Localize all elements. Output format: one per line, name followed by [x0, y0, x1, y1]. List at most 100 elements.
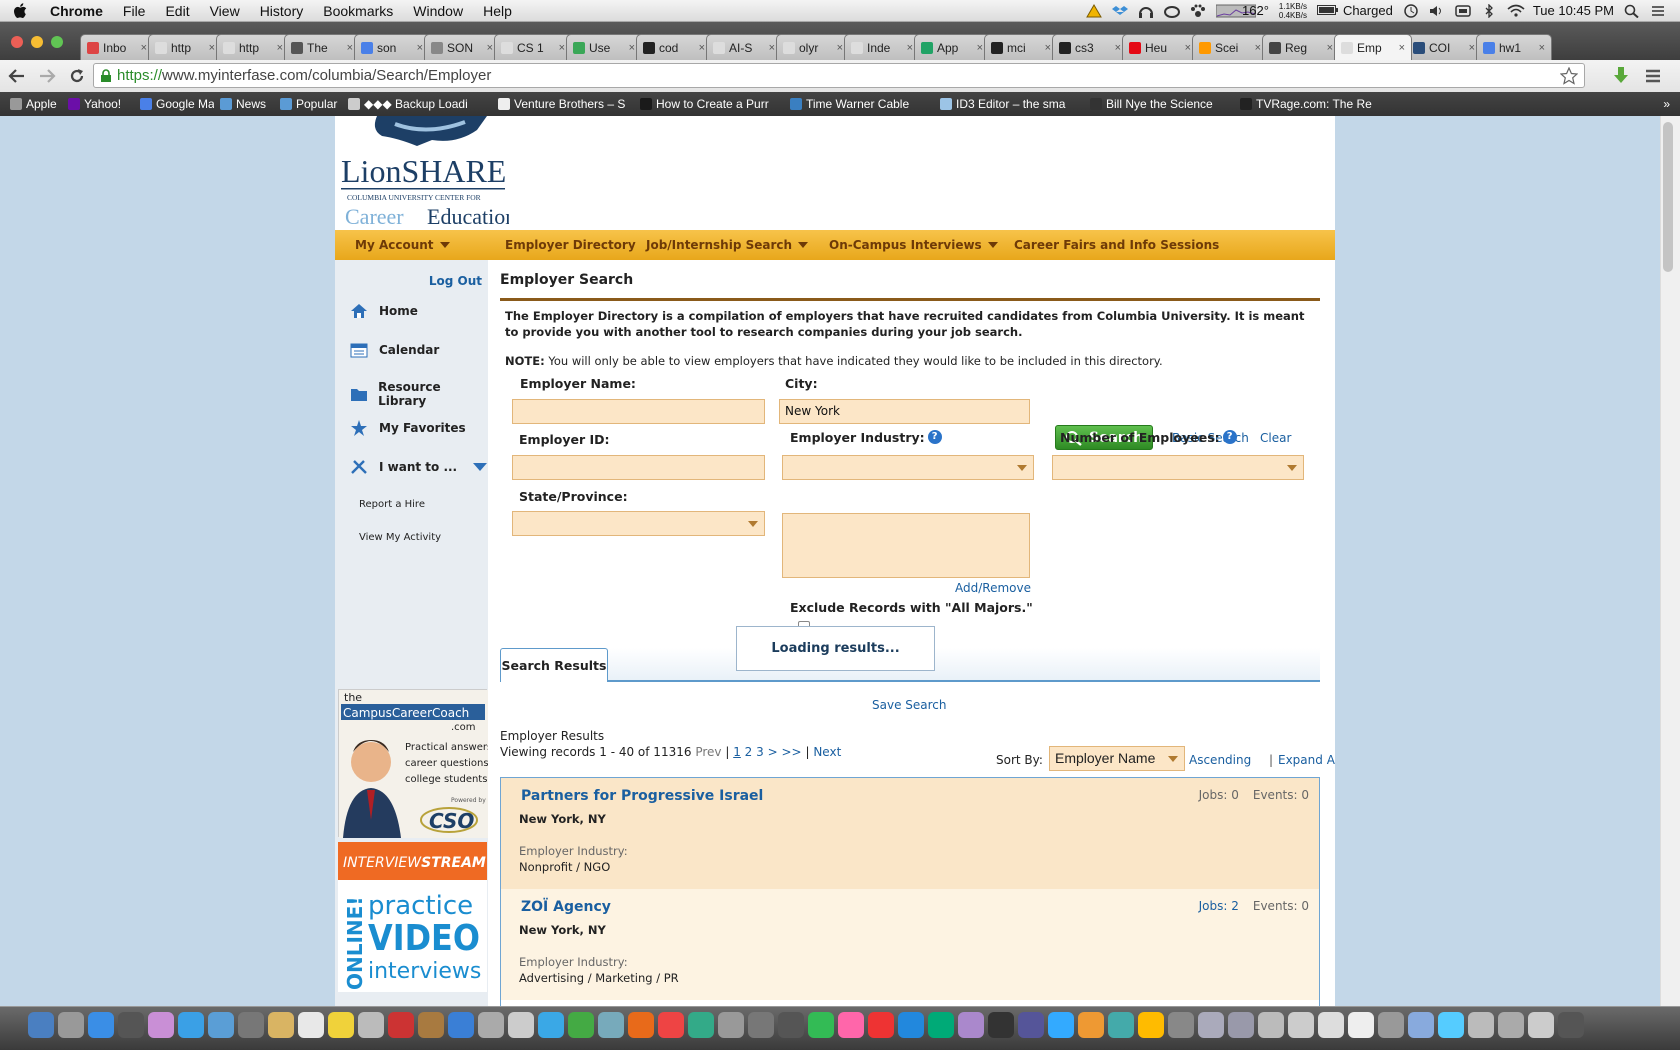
majors-list-box[interactable] [782, 513, 1030, 578]
sidebar-item-resource-library[interactable]: Resource Library [349, 380, 488, 408]
dock-app-icon[interactable] [868, 1012, 894, 1038]
dock-app-icon[interactable] [1468, 1012, 1494, 1038]
bookmark-item[interactable]: Google Maps [134, 97, 214, 111]
menu-edit[interactable]: Edit [155, 3, 199, 19]
browser-tab[interactable]: cod × [636, 34, 712, 60]
menu-chrome[interactable]: Chrome [40, 3, 113, 19]
browser-tab[interactable]: Inde × [844, 34, 920, 60]
employer-name-link[interactable]: ZOÏ Agency [521, 899, 611, 915]
dock-app-icon[interactable] [1528, 1012, 1554, 1038]
dock-app-icon[interactable] [598, 1012, 624, 1038]
tab-close-icon[interactable]: × [1399, 42, 1405, 54]
prev-link[interactable]: Prev [695, 745, 721, 759]
dock-app-icon[interactable] [208, 1012, 234, 1038]
spotlight-search-icon[interactable] [1624, 4, 1640, 18]
dock-app-icon[interactable] [388, 1012, 414, 1038]
time-machine-icon[interactable] [1403, 3, 1419, 18]
tab-close-icon[interactable]: × [487, 42, 493, 54]
dock-app-icon[interactable] [658, 1012, 684, 1038]
tab-close-icon[interactable]: × [699, 42, 705, 54]
dock-app-icon[interactable] [1348, 1012, 1374, 1038]
window-close-icon[interactable] [11, 36, 23, 48]
bookmark-item[interactable]: ID3 Editor – the sma [934, 97, 1084, 111]
sidebar-item-i-want-to[interactable]: I want to ... [349, 458, 488, 476]
menu-bookmarks[interactable]: Bookmarks [313, 3, 403, 19]
display-icon[interactable] [1455, 4, 1471, 18]
back-arrow-icon[interactable] [4, 63, 30, 89]
report-a-hire-link[interactable]: Report a Hire [359, 499, 425, 510]
browser-tab[interactable]: AI-S × [706, 34, 782, 60]
browser-tab[interactable]: Use × [566, 34, 642, 60]
tab-close-icon[interactable]: × [1115, 42, 1121, 54]
dock-app-icon[interactable] [718, 1012, 744, 1038]
page-3-link[interactable]: 3 [756, 745, 764, 759]
save-search-link[interactable]: Save Search [872, 698, 947, 712]
bookmark-item[interactable]: Apple [4, 97, 62, 111]
browser-tab[interactable]: son × [354, 34, 430, 60]
dock-app-icon[interactable] [628, 1012, 654, 1038]
dock-app-icon[interactable] [1048, 1012, 1074, 1038]
notification-list-icon[interactable] [1650, 4, 1666, 18]
tab-close-icon[interactable]: × [277, 42, 283, 54]
nav-my-account[interactable]: My Account [355, 238, 450, 252]
browser-tab[interactable]: Scei × [1192, 34, 1268, 60]
log-out-link[interactable]: Log Out [429, 274, 482, 288]
next-page-link[interactable]: > [768, 745, 778, 759]
employer-name-field[interactable] [512, 399, 765, 424]
employer-id-field[interactable] [512, 455, 765, 480]
bookmark-item[interactable]: Venture Brothers – S [492, 97, 634, 111]
reload-icon[interactable] [64, 63, 90, 89]
dock-app-icon[interactable] [1078, 1012, 1104, 1038]
bookmark-item[interactable]: Yahoo! [62, 97, 134, 111]
dock-app-icon[interactable] [88, 1012, 114, 1038]
clock[interactable]: Tue 10:45 PM [1533, 3, 1614, 18]
dock-app-icon[interactable] [688, 1012, 714, 1038]
dock-app-icon[interactable] [1168, 1012, 1194, 1038]
browser-tab[interactable]: CS 1 × [494, 34, 572, 60]
dock-app-icon[interactable] [358, 1012, 384, 1038]
menu-file[interactable]: File [113, 3, 156, 19]
jobs-count[interactable]: Jobs: 2 [1199, 899, 1239, 913]
scrollbar-thumb[interactable] [1663, 122, 1673, 272]
dock-app-icon[interactable] [58, 1012, 84, 1038]
browser-tab[interactable]: cs3 × [1052, 34, 1128, 60]
tab-close-icon[interactable]: × [347, 42, 353, 54]
tab-close-icon[interactable]: × [1185, 42, 1191, 54]
dock-app-icon[interactable] [1258, 1012, 1284, 1038]
tab-close-icon[interactable]: × [629, 42, 635, 54]
dock-app-icon[interactable] [28, 1012, 54, 1038]
dock-app-icon[interactable] [238, 1012, 264, 1038]
dock-app-icon[interactable] [1408, 1012, 1434, 1038]
dock-app-icon[interactable] [268, 1012, 294, 1038]
window-zoom-icon[interactable] [51, 36, 63, 48]
tab-search-results[interactable]: Search Results [500, 648, 608, 682]
browser-tab[interactable]: olyr × [776, 34, 850, 60]
employer-industry-select[interactable] [782, 455, 1034, 480]
dock-app-icon[interactable] [958, 1012, 984, 1038]
dock-app-icon[interactable] [1198, 1012, 1224, 1038]
dock-app-icon[interactable] [1378, 1012, 1404, 1038]
tab-close-icon[interactable]: × [559, 42, 565, 54]
bookmark-item[interactable]: ◆◆◆ Backup Loadi [342, 97, 492, 111]
wifi-icon[interactable] [1507, 4, 1525, 18]
dock-app-icon[interactable] [418, 1012, 444, 1038]
dock-app-icon[interactable] [328, 1012, 354, 1038]
bookmark-item[interactable]: How to Create a Purr [634, 97, 784, 111]
browser-tab[interactable]: The × [284, 34, 360, 60]
apple-menu-icon[interactable] [0, 2, 40, 19]
campus-career-coach-ad[interactable]: the CampusCareerCoach .com Practical ans… [338, 689, 488, 838]
dock-app-icon[interactable] [1438, 1012, 1464, 1038]
next-link[interactable]: Next [813, 745, 841, 759]
tab-close-icon[interactable]: × [1255, 42, 1261, 54]
dock-app-icon[interactable] [928, 1012, 954, 1038]
browser-tab[interactable]: Inbo × [80, 34, 154, 60]
headphones-icon[interactable] [1138, 4, 1154, 18]
dock-app-icon[interactable] [778, 1012, 804, 1038]
sort-by-select[interactable]: Employer Name [1049, 746, 1185, 771]
tab-close-icon[interactable]: × [907, 42, 913, 54]
dock-app-icon[interactable] [118, 1012, 144, 1038]
tab-close-icon[interactable]: × [141, 42, 147, 54]
dock-app-icon[interactable] [1558, 1012, 1584, 1038]
browser-tab[interactable]: SON × [424, 34, 500, 60]
dock-app-icon[interactable] [448, 1012, 474, 1038]
